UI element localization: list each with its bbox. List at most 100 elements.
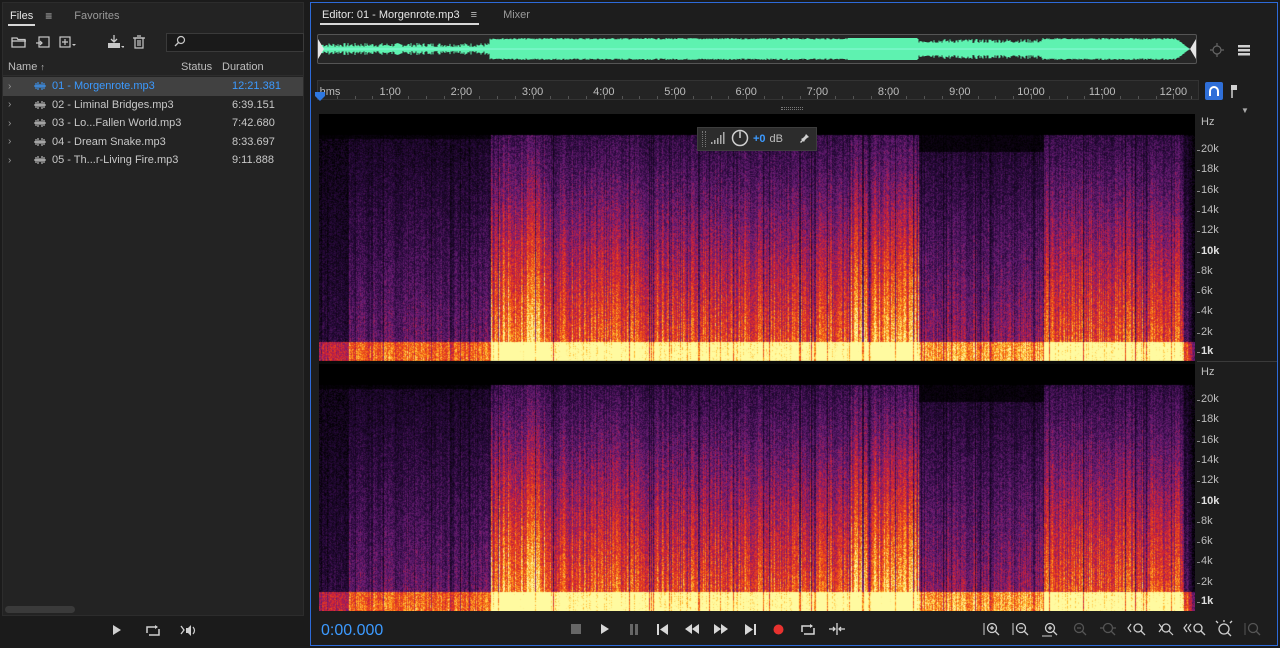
- rewind-icon[interactable]: [679, 618, 704, 640]
- open-file-icon[interactable]: [7, 31, 31, 53]
- vertical-resize-grip[interactable]: [781, 107, 803, 110]
- play-icon[interactable]: [105, 619, 129, 641]
- new-file-icon[interactable]: [55, 31, 79, 53]
- hz-label: 2k: [1201, 325, 1213, 338]
- skip-forward-icon[interactable]: [737, 618, 762, 640]
- ruler-minor-tick: [728, 96, 730, 99]
- hz-label: 14k: [1201, 204, 1219, 216]
- marker-pin-icon[interactable]: [1225, 82, 1243, 100]
- zoom-navigator-icon[interactable]: [1206, 39, 1228, 61]
- ruler-minor-tick: [710, 96, 712, 99]
- hz-tick: [1197, 440, 1200, 442]
- ruler-minor-tick: [870, 96, 872, 99]
- search-input[interactable]: [190, 36, 300, 49]
- editor-panel: Editor: 01 - Morgenrote.mp3 ≡ Mixer hms 1…: [310, 2, 1278, 646]
- ruler-minor-tick: [479, 96, 481, 99]
- overview-waveform-graphic: [318, 38, 1196, 60]
- sort-ascending-icon: ↑: [40, 61, 45, 72]
- loop-icon[interactable]: [795, 618, 820, 640]
- current-time-display[interactable]: 0:00.000: [321, 622, 383, 640]
- skip-back-icon[interactable]: [650, 618, 675, 640]
- skip-selection-icon[interactable]: [824, 618, 849, 640]
- file-row[interactable]: › 04 - Dream Snake.mp3 8:33.697: [3, 133, 303, 152]
- files-panel-menu-icon[interactable]: ≡: [45, 9, 52, 23]
- ruler-tick: [603, 94, 605, 99]
- hz-label: 18k: [1201, 413, 1219, 426]
- play-icon[interactable]: [592, 618, 617, 640]
- ruler-minor-tick: [1013, 96, 1015, 99]
- file-name: 01 - Morgenrote.mp3: [52, 80, 155, 93]
- hz-label: 6k: [1201, 285, 1213, 298]
- record-icon[interactable]: [766, 618, 791, 640]
- zoom-out-time-icon[interactable]: [1066, 618, 1092, 640]
- zoom-in-amplitude-icon[interactable]: [979, 618, 1005, 640]
- spectral-frequency-display[interactable]: [319, 114, 1195, 611]
- hz-tick: [1197, 312, 1200, 314]
- gain-value[interactable]: +0: [753, 133, 766, 145]
- zoom-in-right-icon[interactable]: [1153, 618, 1179, 640]
- column-status[interactable]: Status: [181, 61, 212, 73]
- files-column-header: Name ↑ Status Duration: [3, 58, 303, 76]
- file-name: 05 - Th...r-Living Fire.mp3: [52, 154, 179, 167]
- zoom-out-full-icon[interactable]: [1095, 618, 1121, 640]
- playhead-icon[interactable]: [314, 92, 326, 105]
- files-horizontal-scrollbar[interactable]: [5, 606, 75, 613]
- hz-tick: [1197, 271, 1200, 273]
- chevron-right-icon[interactable]: ›: [8, 155, 11, 166]
- volume-knob-icon[interactable]: [731, 129, 749, 150]
- files-panel: Files ≡ Favorites Name ↑ Status Duration…: [2, 2, 304, 616]
- hud-grip-icon[interactable]: [702, 131, 706, 147]
- hz-tick: [1197, 150, 1200, 152]
- stop-icon[interactable]: [563, 618, 588, 640]
- time-ruler[interactable]: hms 1:00 2:00 3:00 4:00 5:00 6:00 7:00 8:00 9:00 1…: [317, 80, 1199, 100]
- ruler-minor-tick: [1066, 96, 1068, 99]
- zoom-out-spectral-icon[interactable]: [1240, 618, 1266, 640]
- fast-forward-icon[interactable]: [708, 618, 733, 640]
- overview-waveform[interactable]: [317, 34, 1197, 64]
- column-name[interactable]: Name ↑: [8, 61, 45, 73]
- delete-icon[interactable]: [127, 31, 151, 53]
- chevron-right-icon[interactable]: ›: [8, 118, 11, 129]
- insert-icon[interactable]: [103, 31, 127, 53]
- tab-editor[interactable]: Editor: 01 - Morgenrote.mp3 ≡: [320, 5, 480, 25]
- chevron-right-icon[interactable]: ›: [8, 136, 11, 147]
- column-duration[interactable]: Duration: [222, 61, 264, 73]
- view-options-icon[interactable]: [1233, 39, 1255, 61]
- snapping-icon[interactable]: [1205, 82, 1223, 100]
- import-icon[interactable]: [31, 31, 55, 53]
- ruler-minor-tick: [354, 96, 356, 99]
- file-row[interactable]: › 02 - Liminal Bridges.mp3 6:39.151: [3, 96, 303, 115]
- zoom-in-spectral-icon[interactable]: [1211, 618, 1237, 640]
- ruler-minor-tick: [1155, 96, 1157, 99]
- files-search-field[interactable]: [166, 33, 304, 52]
- ruler-tick: [1173, 94, 1175, 99]
- pin-icon[interactable]: [800, 133, 810, 146]
- file-row[interactable]: › 01 - Morgenrote.mp3 12:21.381: [3, 77, 303, 96]
- tab-favorites[interactable]: Favorites: [72, 6, 121, 26]
- hz-label: 8k: [1201, 514, 1213, 527]
- hz-tick: [1197, 231, 1200, 233]
- autoplay-icon[interactable]: [177, 619, 201, 641]
- file-list: › 01 - Morgenrote.mp3 12:21.381 › 02 - Limin…: [3, 77, 303, 170]
- loop-icon[interactable]: [141, 619, 165, 641]
- zoom-selection-icon[interactable]: [1182, 618, 1208, 640]
- tab-files[interactable]: Files: [8, 6, 36, 26]
- hz-tick: [1197, 501, 1200, 503]
- hz-label: 16k: [1201, 183, 1219, 196]
- volume-bars-icon: [710, 131, 726, 147]
- hz-unit-label: Hz: [1201, 116, 1215, 128]
- editor-panel-menu-icon[interactable]: ≡: [471, 9, 477, 21]
- zoom-in-time-icon[interactable]: [1037, 618, 1063, 640]
- zoom-in-left-icon[interactable]: [1124, 618, 1150, 640]
- chevron-right-icon[interactable]: ›: [8, 99, 11, 110]
- file-row[interactable]: › 03 - Lo...Fallen World.mp3 7:42.680: [3, 114, 303, 133]
- pause-icon[interactable]: [621, 618, 646, 640]
- tab-mixer[interactable]: Mixer: [501, 5, 532, 25]
- file-row[interactable]: › 05 - Th...r-Living Fire.mp3 9:11.888: [3, 151, 303, 170]
- hz-tick: [1197, 562, 1200, 564]
- file-name: 03 - Lo...Fallen World.mp3: [52, 117, 182, 130]
- ruler-minor-tick: [853, 96, 854, 99]
- zoom-out-amplitude-icon[interactable]: [1008, 618, 1034, 640]
- chevron-right-icon[interactable]: ›: [8, 81, 11, 92]
- amplitude-hud[interactable]: +0 dB: [697, 127, 817, 151]
